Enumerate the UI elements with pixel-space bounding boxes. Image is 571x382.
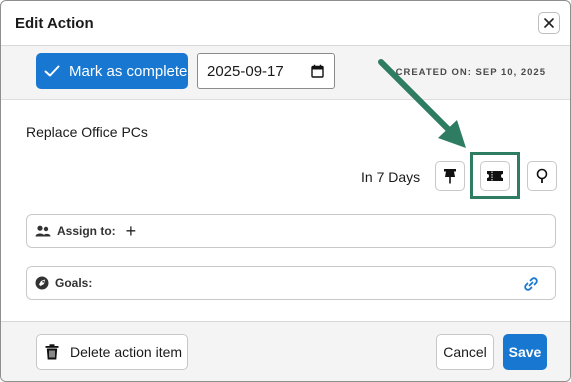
delete-action-label: Delete action item bbox=[70, 344, 183, 360]
action-title: Replace Office PCs bbox=[26, 124, 148, 140]
cancel-button[interactable]: Cancel bbox=[436, 334, 494, 370]
check-icon bbox=[44, 65, 60, 77]
due-text: In 7 Days bbox=[361, 169, 421, 185]
mark-complete-button[interactable]: Mark as complete bbox=[36, 53, 188, 89]
close-icon bbox=[544, 18, 554, 28]
add-assignee-icon[interactable]: + bbox=[126, 222, 137, 240]
link-icon[interactable] bbox=[523, 276, 539, 292]
users-icon bbox=[35, 225, 51, 237]
dialog-title: Edit Action bbox=[15, 15, 94, 32]
assign-to-label: Assign to: bbox=[57, 224, 116, 238]
rocket-icon bbox=[35, 276, 49, 290]
dialog-header: Edit Action bbox=[1, 1, 570, 46]
goals-field[interactable]: Goals: bbox=[26, 266, 556, 300]
assign-to-field[interactable]: Assign to: + bbox=[26, 214, 556, 248]
save-button[interactable]: Save bbox=[503, 334, 547, 370]
delete-action-button[interactable]: Delete action item bbox=[36, 334, 188, 370]
due-date-value: 2025-09-17 bbox=[207, 62, 284, 80]
mark-complete-label: Mark as complete bbox=[69, 62, 188, 80]
calendar-icon[interactable] bbox=[311, 64, 324, 78]
goals-label: Goals: bbox=[55, 276, 93, 290]
edit-action-dialog: Edit Action Mark as complete 2025-09-17 … bbox=[0, 0, 571, 382]
location-button[interactable] bbox=[527, 161, 557, 191]
due-date-input[interactable]: 2025-09-17 bbox=[197, 53, 335, 89]
close-button[interactable] bbox=[538, 12, 560, 34]
pin-button[interactable] bbox=[435, 161, 465, 191]
location-pin-icon bbox=[536, 168, 548, 183]
annotation-arrow bbox=[378, 59, 466, 148]
dialog-footer: Delete action item Cancel Save bbox=[1, 321, 570, 381]
pin-icon bbox=[444, 169, 456, 184]
trash-icon bbox=[45, 344, 59, 360]
annotation-highlight-box bbox=[470, 152, 520, 199]
action-toolbar: Mark as complete 2025-09-17 CREATED ON: … bbox=[1, 46, 570, 100]
